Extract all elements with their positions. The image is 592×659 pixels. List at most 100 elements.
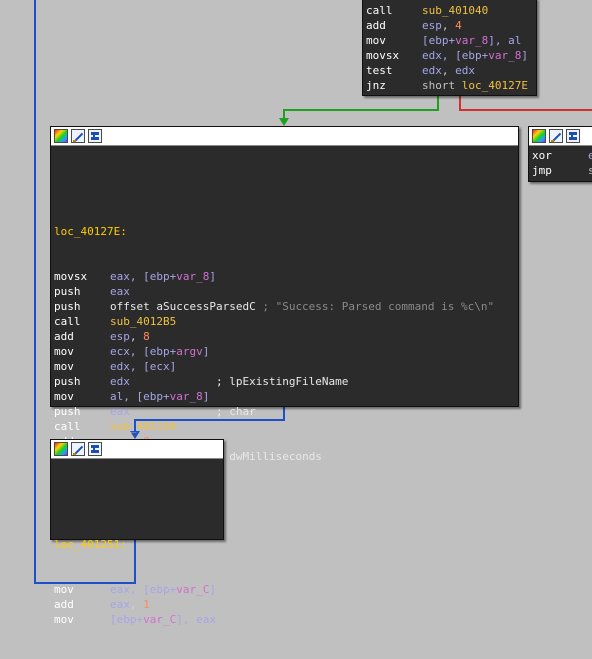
instruction-line[interactable]: mov [ebp+var_8], al (366, 33, 533, 48)
code-label[interactable]: loc_40127E: (54, 224, 127, 239)
instruction-line[interactable]: mov [ebp+var_C], eax (54, 612, 220, 627)
instruction-operands: s (588, 163, 592, 178)
instruction-operands: sub_401150 (110, 419, 515, 434)
instruction-line[interactable]: mov edx, [ecx] (54, 359, 515, 374)
graph-view-icon[interactable] (88, 129, 102, 143)
instruction-line[interactable]: push offset aSuccessParsedC ; "Success: P… (54, 299, 515, 314)
true-branch-edge (283, 95, 439, 118)
instruction-operands: edx, [ecx] (110, 359, 515, 374)
operand-token[interactable]: loc_40127E (462, 79, 528, 92)
instruction-operands: ecx, [ebp+argv] (110, 344, 515, 359)
operand-token: ] (209, 270, 216, 283)
edit-pencil-icon[interactable] (71, 129, 85, 143)
edit-pencil-icon[interactable] (71, 442, 85, 456)
instruction-mnemonic: add (54, 598, 74, 611)
instruction-line[interactable]: push eax ; char (54, 404, 515, 419)
operand-token: 8 (143, 330, 150, 343)
instruction-line[interactable]: mov eax, [ebp+var_C] (54, 582, 220, 597)
instruction-operands: [ebp+var_8], al (422, 33, 533, 48)
edit-pencil-icon[interactable] (549, 129, 563, 143)
basic-block-top[interactable]: call sub_401040 add esp, 4 mov [ebp+var_8], a… (362, 0, 537, 96)
instruction-mnemonic: mov (54, 345, 74, 358)
operand-token[interactable]: sub_401150 (110, 420, 176, 433)
basic-block-loc-40127E[interactable]: loc_40127E: movsx eax, [ebp+var_8] push eax… (50, 126, 519, 493)
operand-token: eax (110, 285, 130, 298)
block-bottom-code: loc_401251: mov eax, [ebp+var_C] add eax, 1… (51, 459, 223, 659)
operand-token: ] (209, 583, 216, 596)
instruction-line[interactable]: jnz short loc_40127E (366, 78, 533, 93)
instruction-operands: offset aSuccessParsedC ; "Success: Parse… (110, 299, 515, 314)
instruction-line[interactable]: push eax (54, 284, 515, 299)
operand-token[interactable]: var_C (143, 613, 176, 626)
operand-token[interactable]: var_C (176, 583, 209, 596)
operand-token[interactable]: argv (176, 345, 203, 358)
graph-view-icon[interactable] (566, 129, 580, 143)
color-palette-icon[interactable] (54, 442, 68, 456)
operand-token: ; "Success: Parsed command is %c\n" (255, 300, 495, 313)
instruction-line[interactable]: call sub_401040 (366, 3, 533, 18)
operand-token: , [ebp+ (129, 345, 177, 358)
operand-token[interactable]: var_8 (176, 270, 209, 283)
color-palette-icon[interactable] (54, 129, 68, 143)
instruction-mnemonic: push (54, 285, 81, 298)
operand-token: e (588, 149, 592, 162)
basic-block-right[interactable]: xor e jmp s (528, 126, 592, 182)
operand-token: offset aSuccessParsedC (110, 300, 256, 313)
instruction-mnemonic: test (366, 64, 393, 77)
operand-token: ] (521, 49, 528, 62)
instruction-operands: esp, 8 (110, 329, 515, 344)
operand-token: edx (422, 49, 442, 62)
instruction-line[interactable]: xor e (532, 148, 592, 163)
operand-token: [ebp+ (422, 34, 456, 47)
instruction-operands: esp, 4 (422, 18, 533, 33)
instruction-mnemonic: xor (532, 149, 552, 162)
instruction-mnemonic: mov (366, 34, 386, 47)
block-header (51, 127, 518, 146)
instruction-line[interactable]: call sub_401150 (54, 419, 515, 434)
operand-token[interactable]: sub_4012B5 (110, 315, 176, 328)
instruction-line[interactable]: mov ecx, [ebp+argv] (54, 344, 515, 359)
operand-token: , [ebp+ (129, 583, 177, 596)
instruction-line[interactable]: movsx edx, [ebp+var_8] (366, 48, 533, 63)
operand-token[interactable]: var_8 (455, 34, 488, 47)
operand-token: eax (110, 598, 130, 611)
instruction-line[interactable]: mov al, [ebp+var_8] (54, 389, 515, 404)
instruction-mnemonic: mov (54, 583, 74, 596)
code-label[interactable]: loc_401251: (54, 537, 127, 552)
instruction-operands: eax, 1 (110, 597, 220, 612)
graph-view-icon[interactable] (88, 442, 102, 456)
operand-token: short (422, 79, 462, 92)
operand-token[interactable]: var_8 (488, 49, 521, 62)
instruction-operands: eax (110, 284, 515, 299)
basic-block-loc-401251[interactable]: loc_401251: mov eax, [ebp+var_C] add eax, 1… (50, 439, 224, 626)
instruction-line[interactable]: movsx eax, [ebp+var_8] (54, 269, 515, 284)
block-header (51, 440, 223, 459)
instruction-line[interactable]: add esp, 8 (54, 329, 515, 344)
instruction-operands: short loc_40127E (422, 78, 533, 93)
instruction-operands: edx, edx (422, 63, 533, 78)
instruction-line[interactable]: test edx, edx (366, 63, 533, 78)
instruction-line[interactable]: call sub_4012B5 (54, 314, 515, 329)
operand-token: , [ebp+ (123, 390, 170, 403)
instruction-line[interactable]: add eax, 1 (54, 597, 220, 612)
instruction-mnemonic: mov (54, 613, 74, 626)
block-right-code: xor e jmp s (529, 146, 592, 180)
operand-token: 4 (455, 19, 462, 32)
operand-token: edx (455, 64, 475, 77)
operand-token[interactable]: var_8 (170, 390, 203, 403)
operand-token[interactable]: sub_401040 (422, 4, 488, 17)
operand-token: ; char (129, 405, 256, 418)
color-palette-icon[interactable] (532, 129, 546, 143)
instruction-line[interactable]: add esp, 4 (366, 18, 533, 33)
instruction-operands: e (588, 148, 592, 163)
operand-token: s (588, 164, 592, 177)
instruction-line[interactable]: jmp s (532, 163, 592, 178)
operand-token: edx (110, 375, 130, 388)
operand-token: eax (110, 270, 130, 283)
operand-token: eax (110, 583, 130, 596)
instruction-line[interactable]: push edx ; lpExistingFileName (54, 374, 515, 389)
instruction-operands: edx, [ebp+var_8] (422, 48, 533, 63)
instruction-mnemonic: mov (54, 360, 74, 373)
